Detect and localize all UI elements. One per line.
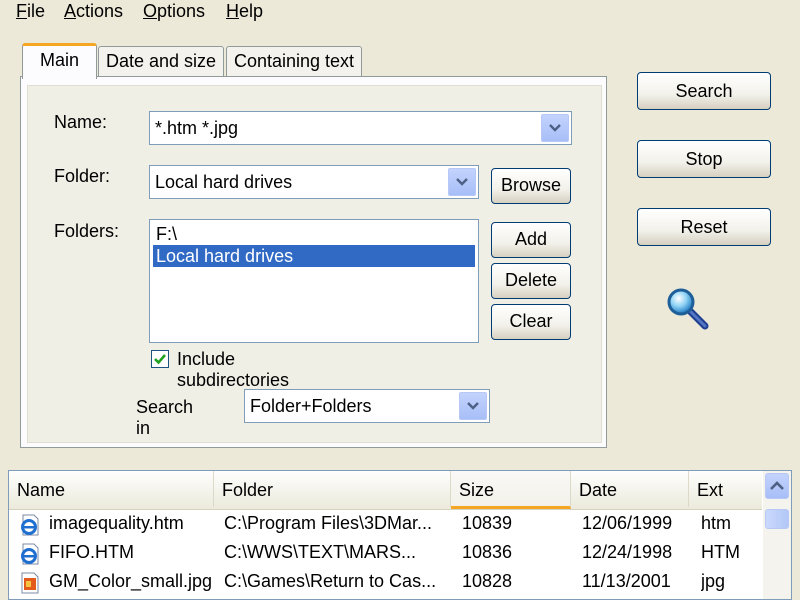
browse-button[interactable]: Browse (491, 168, 571, 204)
magnifier-icon (665, 286, 711, 332)
row-folder: C:\WWS\TEXT\MARS... (224, 542, 416, 562)
include-subdirectories-checkbox[interactable] (151, 350, 169, 368)
folders-list-item-selected[interactable]: Local hard drives (153, 245, 475, 267)
name-dropdown-button[interactable] (541, 114, 569, 142)
chevron-up-icon (770, 481, 784, 490)
folders-label: Folders: (54, 221, 120, 241)
folders-list-item[interactable]: F:\ (153, 223, 475, 245)
chevron-down-icon (456, 178, 468, 186)
include-subdirectories-label[interactable]: Include subdirectories (177, 349, 289, 391)
results-list[interactable]: Name Folder Size Date Ext imagequality.h… (8, 470, 792, 600)
search-in-dropdown-button[interactable] (459, 392, 487, 420)
row-size: 10836 (462, 542, 513, 562)
folder-label: Folder: (54, 166, 111, 186)
folder-dropdown-button[interactable] (448, 168, 476, 196)
row-date: 12/06/1999 (582, 513, 673, 533)
reset-button[interactable]: Reset (637, 208, 771, 246)
row-ext: HTM (701, 542, 740, 562)
folder-value: Local hard drives (155, 172, 293, 192)
tab-main[interactable]: Main (22, 43, 97, 79)
search-button[interactable]: Search (637, 72, 771, 110)
row-size: 10839 (462, 513, 513, 533)
name-label: Name: (54, 112, 108, 132)
row-date: 11/13/2001 (582, 571, 671, 591)
menu-actions[interactable]: Actions (64, 0, 123, 24)
table-row[interactable]: FIFO.HTM C:\WWS\TEXT\MARS... 10836 12/24… (9, 538, 762, 567)
column-header-name[interactable]: Name (9, 471, 214, 507)
tab-containing-text[interactable]: Containing text (226, 46, 362, 78)
delete-folder-button[interactable]: Delete (491, 263, 571, 299)
table-row[interactable]: GM_Color_small.jpg C:\Games\Return to Ca… (9, 567, 762, 596)
folders-listbox[interactable]: F:\ Local hard drives (149, 219, 479, 343)
ie-document-icon (19, 514, 41, 536)
row-name: FIFO.HTM (49, 542, 134, 562)
chevron-down-icon (467, 402, 479, 410)
name-combobox[interactable]: *.htm *.jpg (149, 111, 572, 145)
scroll-up-button[interactable] (765, 473, 789, 499)
results-vertical-scrollbar[interactable] (763, 471, 791, 599)
ie-document-icon (19, 543, 41, 565)
column-header-size[interactable]: Size (451, 471, 571, 509)
folder-combobox[interactable]: Local hard drives (149, 165, 479, 199)
row-name: GM_Color_small.jpg (49, 571, 213, 591)
scroll-thumb[interactable] (765, 509, 789, 529)
image-file-icon (19, 572, 41, 594)
clear-folders-button[interactable]: Clear (491, 304, 571, 340)
search-in-combobox[interactable]: Folder+Folders (244, 389, 490, 423)
checkmark-icon (154, 354, 166, 365)
column-header-date[interactable]: Date (571, 471, 689, 507)
menu-help[interactable]: Help (226, 0, 263, 24)
search-in-label: Search in (136, 397, 194, 438)
results-header: Name Folder Size Date Ext (9, 471, 762, 510)
row-ext: jpg (701, 571, 726, 591)
row-size: 10828 (462, 571, 513, 591)
search-in-value: Folder+Folders (250, 396, 372, 416)
menu-file[interactable]: File (16, 0, 45, 24)
row-name: imagequality.htm (49, 513, 184, 533)
table-row[interactable]: imagequality.htm C:\Program Files\3DMar.… (9, 509, 762, 538)
row-folder: C:\Games\Return to Cas... (224, 571, 437, 591)
tab-date-and-size[interactable]: Date and size (98, 46, 224, 78)
name-value: *.htm *.jpg (155, 118, 239, 138)
menu-options[interactable]: Options (143, 0, 205, 24)
row-ext: htm (701, 513, 732, 533)
menu-bar: File Actions Options Help (0, 0, 800, 26)
stop-button[interactable]: Stop (637, 140, 771, 178)
row-folder: C:\Program Files\3DMar... (224, 513, 433, 533)
row-date: 12/24/1998 (582, 542, 673, 562)
column-header-ext[interactable]: Ext (689, 471, 762, 507)
chevron-down-icon (549, 124, 561, 132)
add-folder-button[interactable]: Add (491, 222, 571, 258)
column-header-folder[interactable]: Folder (214, 471, 451, 507)
